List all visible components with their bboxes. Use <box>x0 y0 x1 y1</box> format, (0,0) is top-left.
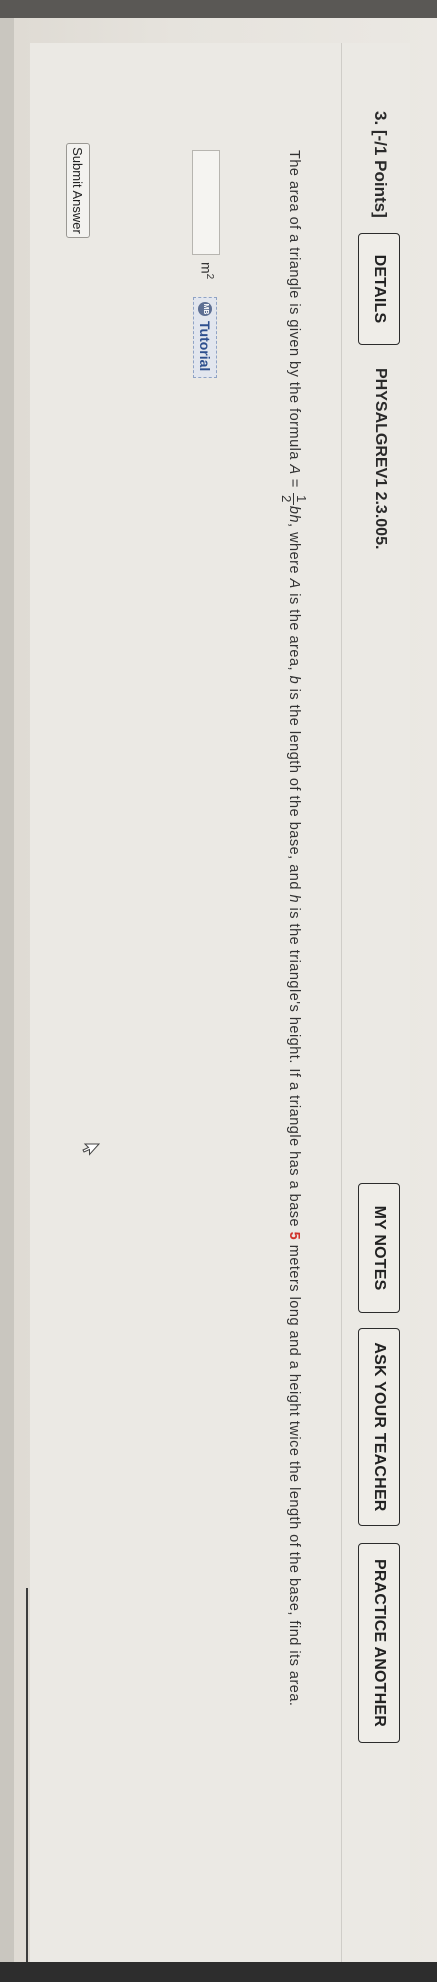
formula-fraction: 12 <box>279 493 310 505</box>
ask-your-teacher-button[interactable]: ASK YOUR TEACHER <box>358 1328 400 1526</box>
answer-row: m2 MB Tutorial <box>185 150 225 550</box>
formula-rhs: bh <box>286 505 302 524</box>
details-button[interactable]: DETAILS <box>358 233 400 345</box>
question-text-part: meters long and a height twice the lengt… <box>286 1240 302 1707</box>
my-notes-button[interactable]: MY NOTES <box>358 1183 400 1313</box>
question-card: 3. [-/1 Points] DETAILS PHYSALGREV1 2.3.… <box>30 43 410 1963</box>
fraction-numerator: 1 <box>293 493 310 505</box>
answer-input[interactable] <box>192 150 220 255</box>
problem-id-label: PHYSALGREV1 2.3.005. <box>372 368 389 550</box>
tutorial-link[interactable]: MB Tutorial <box>193 297 217 379</box>
answer-unit: m2 <box>198 262 215 279</box>
rotated-page: 3. [-/1 Points] DETAILS PHYSALGREV1 2.3.… <box>0 28 420 1968</box>
fraction-denominator: 2 <box>279 495 295 503</box>
variable-b: b <box>286 675 302 685</box>
variable-a: A <box>286 578 302 589</box>
window-top-bar <box>0 0 437 20</box>
mouse-cursor-icon <box>82 1143 100 1156</box>
question-text-part: is the triangle's height. If a triangle … <box>286 903 302 1232</box>
unit-exponent: 2 <box>204 273 215 280</box>
header-divider <box>341 43 342 1963</box>
practice-another-button[interactable]: PRACTICE ANOTHER <box>358 1543 400 1743</box>
unit-base: m <box>198 262 215 274</box>
right-panel-edge <box>26 1588 28 1968</box>
question-text-part: is the length of the base, and <box>286 684 302 895</box>
question-text-part: is the area, <box>286 588 302 676</box>
question-points-label: 3. [-/1 Points] <box>371 111 390 218</box>
tutorial-label: Tutorial <box>197 321 213 372</box>
tutorial-icon: MB <box>198 302 212 316</box>
base-value: 5 <box>286 1231 302 1241</box>
question-header: 3. [-/1 Points] DETAILS PHYSALGREV1 2.3.… <box>340 43 410 1963</box>
variable-h: h <box>286 894 302 904</box>
window-bottom-bar <box>0 1962 437 1982</box>
submit-answer-button[interactable]: Submit Answer <box>66 143 90 238</box>
question-text-part: The area of a triangle is given by the f… <box>286 150 302 465</box>
question-text: The area of a triangle is given by the f… <box>277 150 310 1850</box>
formula-lhs: A = <box>286 464 302 493</box>
question-text-part: , where <box>286 523 302 579</box>
